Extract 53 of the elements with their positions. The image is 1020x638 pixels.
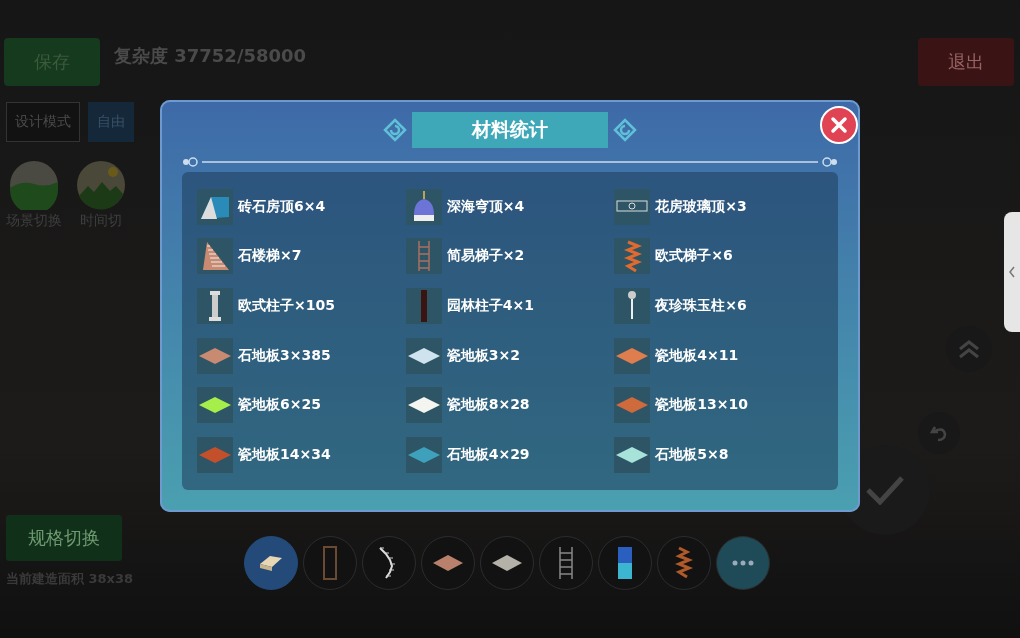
close-icon: [830, 116, 848, 134]
dialog-title: 材料统计: [412, 112, 608, 148]
tile-icon: [197, 387, 233, 424]
dome-icon: [405, 188, 442, 225]
material-label: 石楼梯×7: [238, 247, 302, 266]
material-label: 瓷地板4×11: [655, 346, 739, 365]
material-label: 瓷地板8×28: [446, 396, 530, 415]
column-icon: [197, 288, 233, 325]
material-label: 瓷地板14×34: [238, 446, 331, 465]
toolbar-item[interactable]: [598, 536, 652, 590]
close-button[interactable]: [820, 106, 858, 144]
tile-icon: [197, 337, 233, 374]
material-label: 石地板3×385: [238, 346, 331, 365]
toolbar-item[interactable]: [421, 536, 475, 590]
material-label: 夜珍珠玉柱×6: [655, 297, 747, 316]
spiral-stairs-icon: [614, 238, 651, 275]
material-label: 深海穹顶×4: [446, 197, 525, 216]
stairs-icon: [197, 238, 233, 275]
more-icon: [732, 560, 754, 566]
double-chevron-up-icon: [957, 339, 981, 359]
pillar-icon: [405, 288, 442, 325]
tile-icon: [405, 337, 442, 374]
tile-icon: [405, 437, 442, 474]
material-label: 瓷地板6×25: [238, 396, 321, 415]
chevron-left-icon: [1008, 266, 1016, 278]
roof-icon: [197, 188, 233, 225]
material-label: 砖石房顶6×4: [238, 197, 326, 216]
tile-icon: [405, 387, 442, 424]
toolbar-item[interactable]: [362, 536, 416, 590]
spec-switch-button[interactable]: 规格切换: [6, 515, 122, 561]
landscape-icon: [9, 160, 59, 210]
material-label: 简易梯子×2: [446, 247, 525, 266]
material-label: 瓷地板3×2: [446, 346, 520, 365]
toolbar-item[interactable]: [480, 536, 534, 590]
material-label: 石地板5×8: [655, 446, 729, 465]
ladder-icon: [405, 238, 442, 275]
landscape-icon: [76, 160, 126, 210]
material-label: 欧式柱子×105: [238, 297, 335, 316]
tile-icon: [197, 437, 233, 474]
material-label: 花房玻璃顶×3: [655, 197, 747, 216]
checkmark-icon: [865, 475, 905, 505]
material-label: 园林柱子4×1: [446, 297, 534, 316]
material-label: 瓷地板13×10: [655, 396, 749, 415]
side-panel-handle[interactable]: [1004, 212, 1020, 332]
material-label: 石地板4×29: [446, 446, 530, 465]
glass-roof-icon: [614, 188, 651, 225]
toolbar-item[interactable]: [244, 536, 298, 590]
exit-button[interactable]: 退出: [918, 38, 1014, 86]
tile-icon: [614, 437, 651, 474]
tile-icon: [614, 387, 651, 424]
tile-icon: [614, 337, 651, 374]
material-label: 欧式梯子×6: [655, 247, 733, 266]
lamp-post-icon: [614, 288, 651, 325]
